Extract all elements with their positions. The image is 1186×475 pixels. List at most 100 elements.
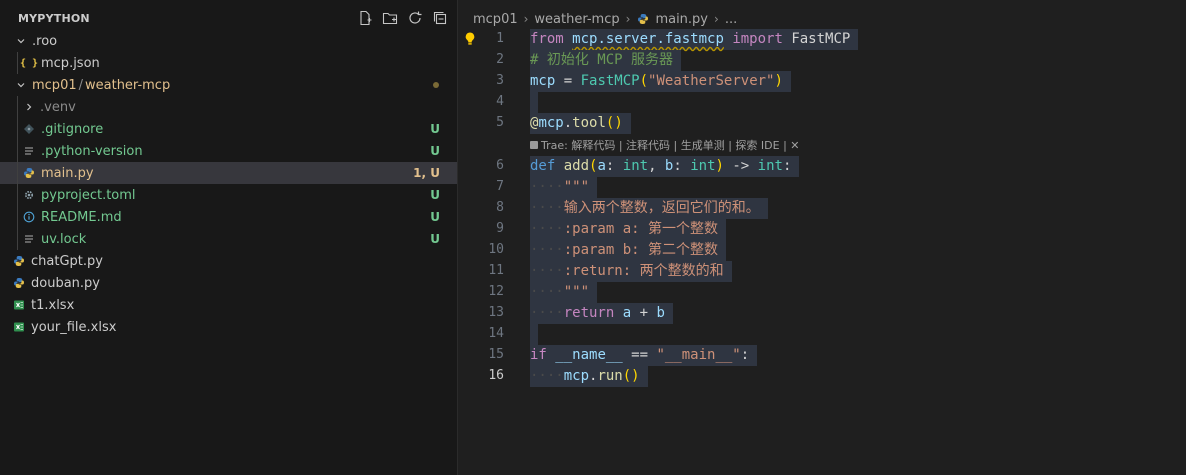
tree-item-label: pyproject.toml: [41, 187, 136, 203]
selection-highlight: def add(a: int, b: int) -> int:: [530, 156, 800, 177]
collapse-all-icon[interactable]: [431, 9, 448, 26]
code-token: from: [530, 31, 564, 47]
tree-item-mcp-json[interactable]: { } mcp.json: [0, 52, 457, 74]
tree-item-gitignore[interactable]: .gitignore U: [0, 118, 457, 140]
tree-item-label: douban.py: [31, 275, 100, 291]
tree-item-your-file-xlsx[interactable]: your_file.xlsx: [0, 316, 457, 338]
git-status-badge: U: [430, 210, 440, 224]
lightbulb-icon[interactable]: [463, 31, 477, 47]
code-line-text: ····""": [530, 282, 598, 303]
text-file-icon: [22, 232, 36, 246]
code-line: 3 mcp = FastMCP("WeatherServer"): [459, 71, 1186, 92]
code-token: :param a: 第一个整数: [563, 221, 719, 237]
code-line: 6 def add(a: int, b: int) -> int:: [459, 156, 1186, 177]
code-line: 5 @mcp.tool(): [459, 113, 1186, 134]
refresh-icon[interactable]: [406, 9, 423, 26]
code-token: ,: [648, 158, 665, 174]
tree-item-label: .venv: [40, 99, 76, 115]
code-token: ==: [622, 347, 657, 363]
tree-item-mcp01-weather-mcp[interactable]: mcp01 / weather-mcp: [0, 74, 457, 96]
line-number: 6: [496, 158, 504, 173]
line-number: 7: [496, 179, 504, 194]
new-folder-icon[interactable]: [381, 9, 398, 26]
selection-highlight: [530, 92, 538, 113]
code-token: def: [530, 158, 556, 174]
line-number: 11: [488, 263, 504, 278]
git-status-badge: U: [430, 188, 440, 202]
code-token: mcp: [563, 368, 590, 384]
code-lens-label[interactable]: Trae: 解释代码 | 注释代码 | 生成单测 | 探索 IDE | ✕: [541, 137, 800, 153]
code-line: 7 ····""": [459, 177, 1186, 198]
python-file-icon: [12, 254, 26, 268]
code-token: return: [563, 305, 615, 321]
code-token: (): [605, 115, 623, 131]
tree-item-uv-lock[interactable]: uv.lock U: [0, 228, 457, 250]
code-line: 2 # 初始化 MCP 服务器: [459, 50, 1186, 71]
code-line: 14: [459, 324, 1186, 345]
code-lens-actions[interactable]: Trae: 解释代码 | 注释代码 | 生成单测 | 探索 IDE | ✕: [530, 137, 800, 153]
tree-item-pyproject-toml[interactable]: pyproject.toml U: [0, 184, 457, 206]
code-token: mcp.server.fastmcp: [572, 31, 724, 47]
code-token: int: [757, 158, 783, 174]
code-token: ····: [530, 179, 564, 195]
code-editor[interactable]: mcp01 › weather-mcp › main.py › ... 1 fro…: [459, 0, 1186, 475]
code-line: 1 from mcp.server.fastmcp import FastMCP: [459, 29, 1186, 50]
code-token: ····: [530, 284, 564, 300]
chevron-down-icon: [14, 34, 28, 48]
chevron-right-icon: ›: [625, 12, 631, 26]
tree-item-python-version[interactable]: .python-version U: [0, 140, 457, 162]
code-line: 10 ····:param b: 第二个整数: [459, 240, 1186, 261]
breadcrumb-item-subfolder[interactable]: weather-mcp: [534, 12, 619, 27]
line-number: 2: [496, 52, 504, 67]
new-file-icon[interactable]: [356, 9, 373, 26]
code-token: a: [622, 305, 632, 321]
code-token: tool: [572, 115, 606, 131]
workspace-root-title[interactable]: MYPYTHON: [18, 12, 90, 25]
line-number: 8: [496, 200, 504, 215]
breadcrumb-item-file[interactable]: main.py: [636, 12, 708, 27]
breadcrumb-item-symbols[interactable]: ...: [725, 12, 737, 27]
code-token: ····: [530, 368, 564, 384]
tree-item-venv[interactable]: .venv: [0, 96, 457, 118]
line-number: 3: [496, 73, 504, 88]
tree-item-label: main.py: [41, 165, 94, 181]
code-token: __name__: [555, 347, 623, 363]
code-line: 8 ····输入两个整数，返回它们的和。: [459, 198, 1186, 219]
tree-item-douban-py[interactable]: douban.py: [0, 272, 457, 294]
code-line-text: from mcp.server.fastmcp import FastMCP: [530, 29, 859, 50]
line-number: 10: [488, 242, 504, 257]
code-line-text: @mcp.tool(): [530, 113, 631, 134]
code-token: int: [690, 158, 716, 174]
tree-item-label: mcp.json: [41, 55, 100, 71]
code-line-text: [530, 324, 538, 345]
code-line: 15 if __name__ == "__main__":: [459, 345, 1186, 366]
code-token: :: [673, 158, 691, 174]
code-line: 16 ····mcp.run(): [459, 366, 1186, 387]
code-token: ····: [530, 242, 564, 258]
selection-highlight: ····""": [530, 177, 598, 198]
code-token: :: [605, 158, 623, 174]
tree-item-roo[interactable]: .roo: [0, 30, 457, 52]
code-token: ····: [530, 200, 564, 216]
tree-item-readme-md[interactable]: README.md U: [0, 206, 457, 228]
selection-highlight: if __name__ == "__main__":: [530, 345, 758, 366]
code-token: b: [656, 305, 665, 321]
code-area[interactable]: 1 from mcp.server.fastmcp import FastMCP 2…: [459, 29, 1186, 387]
code-token: a: [597, 158, 606, 174]
code-token: FastMCP: [580, 73, 640, 89]
code-token: ->: [723, 158, 758, 174]
tree-item-chatgpt-py[interactable]: chatGpt.py: [0, 250, 457, 272]
git-status-badge: U: [430, 122, 440, 136]
code-token: mcp: [538, 115, 564, 131]
selection-highlight: mcp = FastMCP("WeatherServer"): [530, 71, 791, 92]
tree-item-label: README.md: [41, 209, 122, 225]
selection-highlight: @mcp.tool(): [530, 113, 631, 134]
breadcrumb-item-folder[interactable]: mcp01: [473, 12, 518, 27]
line-number: 9: [496, 221, 504, 236]
tree-item-t1-xlsx[interactable]: t1.xlsx: [0, 294, 457, 316]
code-token: add: [563, 158, 590, 174]
selection-highlight: ····输入两个整数，返回它们的和。: [530, 198, 768, 219]
line-number: 15: [488, 347, 504, 362]
code-line-text: mcp = FastMCP("WeatherServer"): [530, 71, 791, 92]
tree-item-main-py[interactable]: main.py 1, U: [0, 162, 457, 184]
